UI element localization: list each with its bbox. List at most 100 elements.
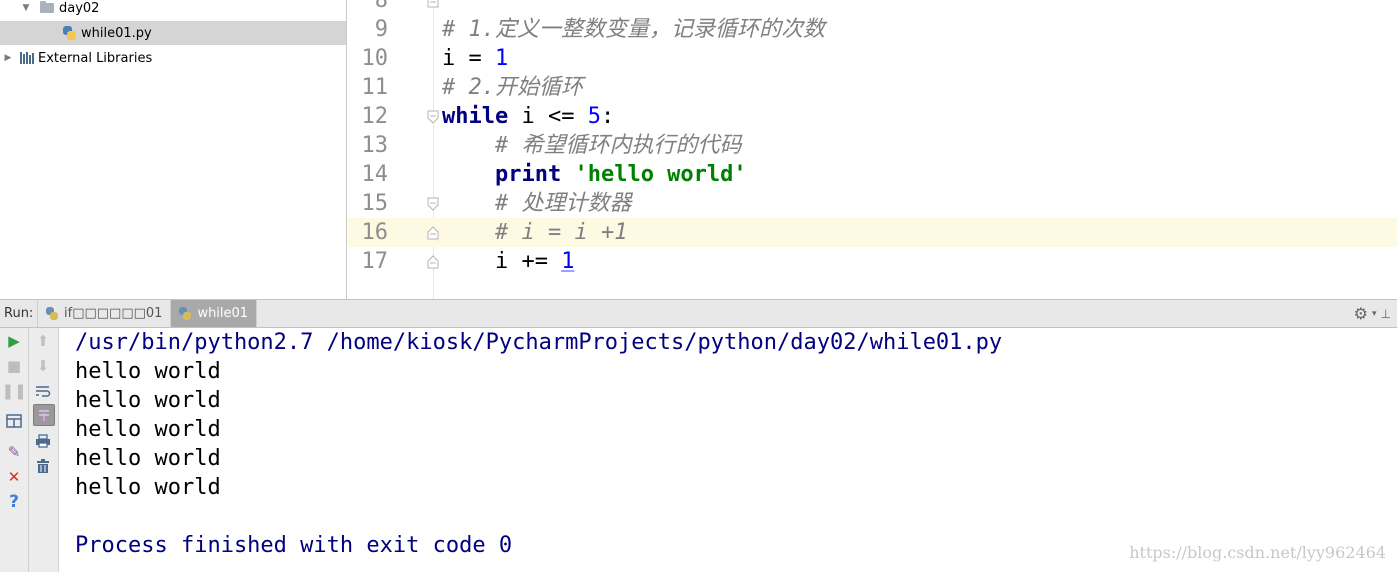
code-token: # 处理计数器 [494,191,632,216]
line-number: 16 [361,220,389,245]
gear-icon[interactable]: ⚙ [1354,304,1368,323]
console-line: hello world [75,475,221,500]
code-token: : [600,104,615,129]
hide-panel-icon[interactable]: ⊥ [1381,307,1391,321]
rerun-icon[interactable]: ▶ [4,331,24,351]
line-number: 13 [361,133,389,158]
code-token: # i = i +1 [494,220,628,245]
scroll-to-end-icon[interactable] [33,404,55,426]
run-label: Run: [0,300,38,327]
code-text: while i <= 5: [442,102,614,131]
fold-marker-icon[interactable] [426,255,440,269]
arrow-up-icon[interactable]: ⬆ [33,331,53,351]
watermark: https://blog.csdn.net/lyy962464 [1129,543,1386,562]
pin-icon[interactable]: ✎ [4,442,24,462]
console-line: Process finished with exit code 0 [75,533,513,558]
console-line: hello world [75,446,221,471]
code-token: 'hello world' [574,162,747,187]
code-line[interactable]: 11 # 2.开始循环 [348,73,1397,102]
code-token: # 2.开始循环 [442,75,583,100]
soft-wrap-icon[interactable] [33,381,53,401]
fold-marker-icon[interactable] [426,226,440,240]
stop-icon[interactable]: ■ [4,356,24,376]
close-icon[interactable]: ✕ [4,467,24,487]
code-line[interactable]: 16 # i = i +1 [348,218,1397,247]
code-token: i += [442,249,562,274]
code-editor[interactable]: 8 9 # 1.定义一整数变量，记录循环的次数 10 i = 1 11 # 2.开始循环 12… [348,0,1397,299]
code-line[interactable]: 12 while i <= 5: [348,102,1397,131]
code-token: 1 [494,46,509,71]
code-token: i <= [508,104,588,129]
code-text: # 处理计数器 [442,189,632,218]
python-run-icon [46,307,59,320]
tree-item-label: External Libraries [38,50,153,66]
console-line: hello world [75,388,221,413]
tab-while01-run[interactable]: while01 [171,300,258,327]
python-file-icon [63,26,76,40]
code-line[interactable]: 9 # 1.定义一整数变量，记录循环的次数 [348,15,1397,44]
chevron-right-icon[interactable]: ▶ [2,53,14,63]
line-number: 14 [361,162,389,187]
code-line[interactable]: 15 # 处理计数器 [348,189,1397,218]
code-token: 1 [561,249,575,274]
arrow-down-icon[interactable]: ⬇ [33,356,53,376]
restore-layout-icon[interactable] [4,411,24,431]
code-token: # 1.定义一整数变量，记录循环的次数 [442,17,825,42]
line-number: 8 [374,0,388,13]
line-number: 9 [374,17,388,42]
code-text: i += 1 [442,247,575,276]
line-number: 10 [361,46,389,71]
tree-item-day02[interactable]: ▼ day02 [0,0,346,20]
folder-icon [40,1,54,13]
code-token: print [494,162,562,187]
line-number: 17 [361,249,389,274]
code-text: print 'hello world' [442,160,747,189]
code-line[interactable]: 8 [348,0,1397,15]
code-token: i = [442,46,495,71]
code-text: # 2.开始循环 [442,73,583,102]
run-header-tools: ⚙ ▾ ⊥ [1354,304,1391,323]
libraries-icon [20,52,34,64]
tab-label: while01 [197,306,249,321]
code-line[interactable]: 17 i += 1 [348,247,1397,276]
line-number: 11 [361,75,389,100]
code-text: # i = i +1 [442,218,627,247]
code-text: i = 1 [442,44,508,73]
help-icon[interactable]: ? [4,492,24,512]
chevron-down-icon[interactable]: ▼ [20,3,32,13]
run-tool-header: Run: if□□□□□□01 while01 ⚙ ▾ ⊥ [0,299,1397,328]
code-text: # 1.定义一整数变量，记录循环的次数 [442,15,825,44]
console-line: hello world [75,359,221,384]
tree-item-label: while01.py [81,25,152,41]
chevron-down-icon[interactable]: ▾ [1372,309,1377,319]
tree-item-while01[interactable]: while01.py [0,21,346,45]
tree-item-external-libraries[interactable]: ▶ External Libraries [0,46,346,70]
project-tree: ▼ day02 while01.py ▶ External Libraries [0,0,347,299]
fold-marker-icon[interactable] [426,110,440,124]
fold-marker-icon[interactable] [426,0,440,8]
tab-if-run[interactable]: if□□□□□□01 [38,300,172,327]
console-line: hello world [75,417,221,442]
print-icon[interactable] [33,431,53,451]
console-line: /usr/bin/python2.7 /home/kiosk/PycharmPr… [75,330,1003,355]
tree-item-label: day02 [59,0,100,16]
code-line[interactable]: 13 # 希望循环内执行的代码 [348,131,1397,160]
run-toolbar-secondary: ⬆ ⬇ [29,328,59,572]
trash-icon[interactable] [33,456,53,476]
line-number: 15 [361,191,389,216]
pause-icon[interactable]: ❚❚ [1,381,26,401]
code-line[interactable]: 10 i = 1 [348,44,1397,73]
run-toolbar-primary: ▶ ■ ❚❚ ✎ ✕ ? [0,328,29,572]
code-line[interactable]: 14 print 'hello world' [348,160,1397,189]
run-console[interactable]: /usr/bin/python2.7 /home/kiosk/PycharmPr… [59,328,1397,572]
code-token: 5 [587,104,601,129]
code-token: while [442,104,509,129]
tab-label: if□□□□□□01 [64,306,163,321]
code-text: # 希望循环内执行的代码 [442,131,742,160]
fold-marker-icon[interactable] [426,197,440,211]
